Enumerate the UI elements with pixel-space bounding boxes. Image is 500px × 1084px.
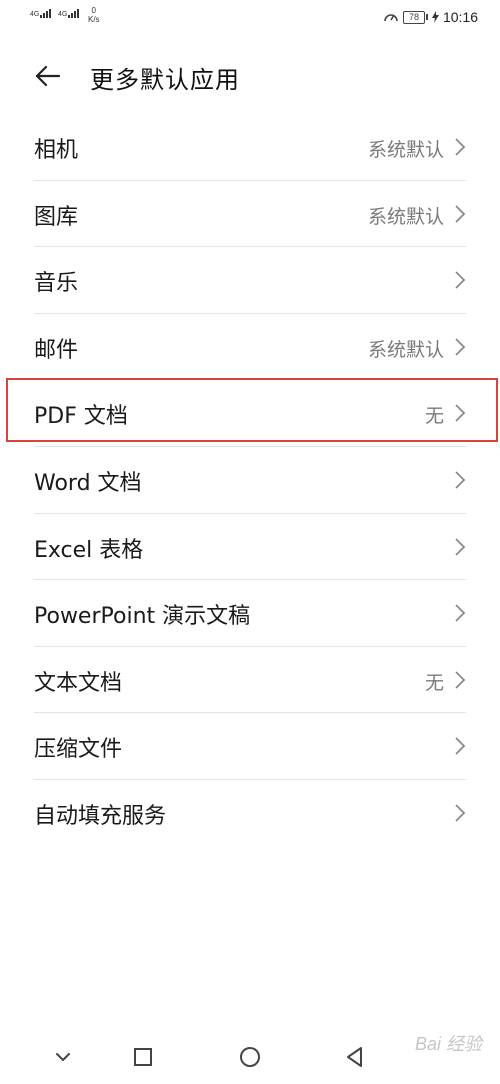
status-bar: 4G 4G 0 K/s 78 10:16	[0, 0, 500, 36]
list-item-powerpoint[interactable]: PowerPoint 演示文稿	[0, 580, 500, 647]
chevron-right-icon	[455, 737, 466, 755]
chevron-right-icon	[455, 604, 466, 622]
list-item-value: 系统默认	[367, 338, 444, 361]
back-arrow-icon[interactable]	[32, 60, 64, 92]
status-right: 78 10:16	[383, 9, 478, 25]
list-item-label: Excel 表格	[34, 537, 144, 563]
chevron-right-icon	[455, 671, 466, 689]
recent-apps-icon[interactable]	[128, 1042, 158, 1072]
chevron-right-icon	[455, 338, 466, 356]
list-item-pdf[interactable]: PDF 文档 无	[0, 380, 500, 447]
list-item-label: 压缩文件	[34, 737, 123, 763]
default-apps-list: 相机 系统默认 图库 系统默认 音乐 邮件 系统默认 PDF 文档 无 Word…	[0, 114, 500, 847]
list-item-value: 系统默认	[367, 205, 444, 228]
clock: 10:16	[442, 9, 478, 25]
network-type-2: 4G	[58, 11, 68, 18]
list-item-label: PDF 文档	[34, 404, 128, 430]
page-title: 更多默认应用	[90, 66, 240, 94]
app-header: 更多默认应用	[0, 52, 500, 100]
list-item-email[interactable]: 邮件 系统默认	[0, 314, 500, 381]
chevron-right-icon	[455, 271, 466, 289]
battery-level: 78	[402, 10, 425, 24]
signal-bars-icon	[40, 9, 52, 18]
chevron-right-icon	[455, 138, 466, 156]
list-item-value: 无	[424, 671, 444, 694]
list-item-autofill[interactable]: 自动填充服务	[0, 780, 500, 847]
speedometer-icon	[384, 14, 398, 22]
chevron-right-icon	[455, 804, 466, 822]
chevron-right-icon	[455, 204, 466, 223]
charging-icon	[431, 11, 439, 23]
chevron-right-icon	[455, 404, 466, 423]
list-item-music[interactable]: 音乐	[0, 247, 500, 314]
list-item-label: 图库	[34, 204, 79, 230]
list-item-label: 音乐	[34, 271, 79, 297]
watermark: Bai 经验	[414, 1034, 482, 1054]
signal-bars-icon	[68, 9, 80, 18]
signal-indicator-2: 4G	[58, 9, 80, 18]
network-speed: 0 K/s	[88, 6, 100, 24]
battery-icon: 78	[402, 10, 428, 24]
list-item-label: 自动填充服务	[34, 803, 167, 829]
network-type-1: 4G	[30, 11, 40, 18]
hide-navbar-chevron-icon[interactable]	[48, 1042, 78, 1072]
list-item-label: 邮件	[34, 337, 79, 363]
list-item-text[interactable]: 文本文档 无	[0, 647, 500, 714]
list-item-camera[interactable]: 相机 系统默认	[0, 114, 500, 181]
list-item-label: PowerPoint 演示文稿	[34, 604, 251, 630]
network-speed-value: 0	[91, 6, 96, 15]
list-item-label: 相机	[34, 138, 79, 163]
list-item-label: 文本文档	[34, 670, 123, 696]
list-item-gallery[interactable]: 图库 系统默认	[0, 181, 500, 248]
list-item-label: Word 文档	[34, 470, 142, 496]
signal-indicator-1: 4G	[30, 9, 52, 18]
home-icon[interactable]	[235, 1042, 265, 1072]
list-item-archive[interactable]: 压缩文件	[0, 713, 500, 780]
chevron-right-icon	[455, 537, 466, 556]
back-triangle-icon[interactable]	[340, 1042, 370, 1072]
list-item-word[interactable]: Word 文档	[0, 447, 500, 514]
network-speed-unit: K/s	[88, 15, 100, 24]
chevron-right-icon	[455, 471, 466, 489]
list-item-value: 无	[424, 405, 444, 428]
list-item-excel[interactable]: Excel 表格	[0, 514, 500, 581]
list-item-value: 系统默认	[367, 139, 444, 161]
